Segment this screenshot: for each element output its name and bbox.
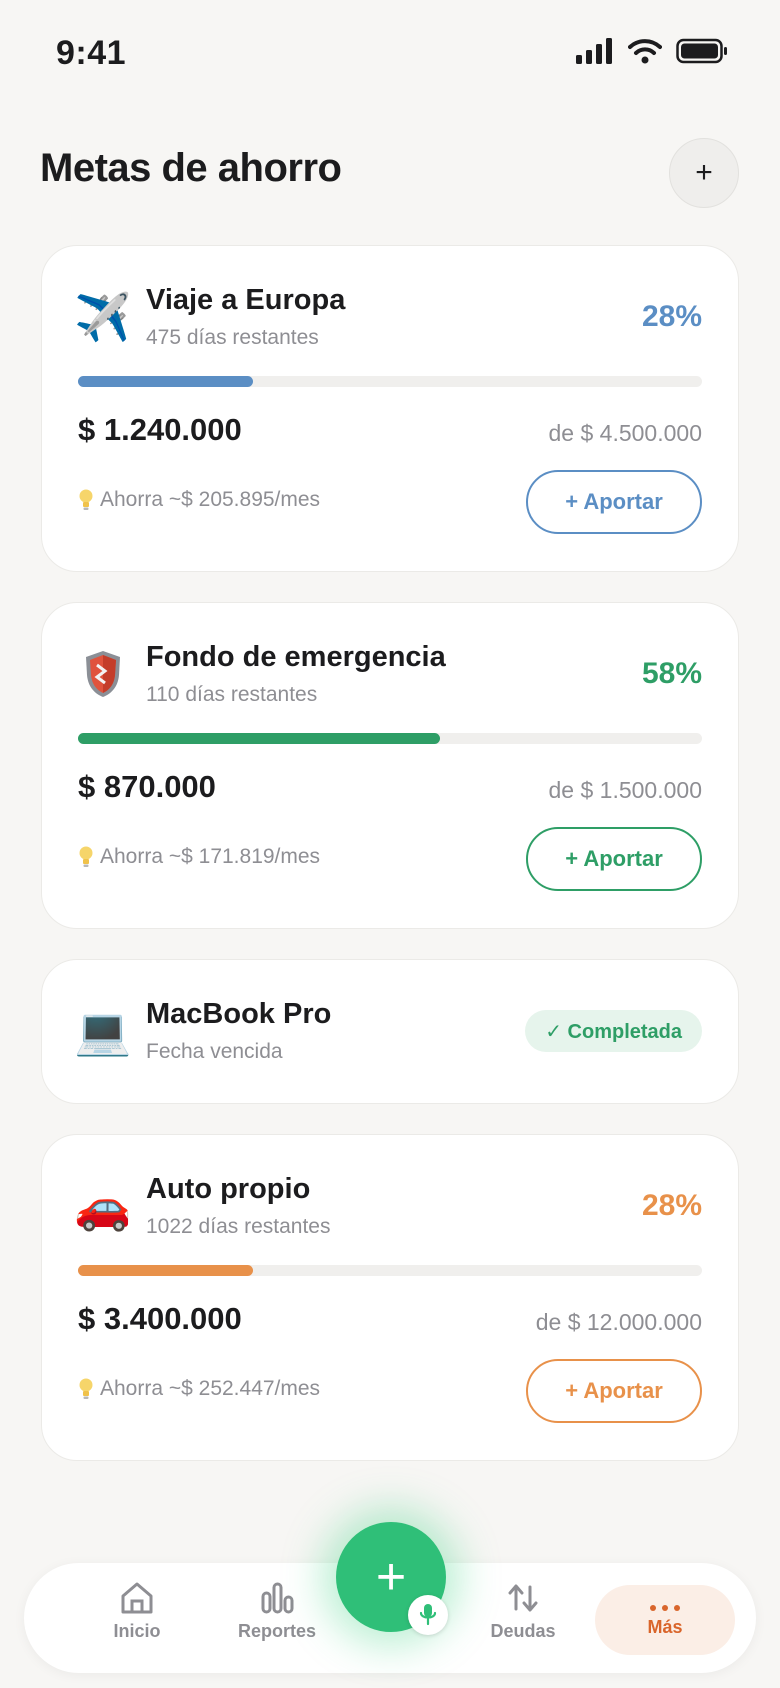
page-title: Metas de ahorro — [40, 146, 342, 190]
contribute-button[interactable]: + Aportar — [526, 470, 702, 534]
progress-fill — [78, 733, 440, 744]
airplane-icon: ✈️ — [74, 290, 132, 343]
nav-label: Inicio — [113, 1621, 161, 1641]
transfer-icon — [508, 1584, 538, 1612]
status-icons — [576, 38, 728, 64]
tip-text: Ahorra ~$ 205.895/mes — [100, 488, 321, 511]
goal-name: Fondo de emergencia — [146, 641, 446, 673]
goal-days-remaining: 110 días restantes — [146, 683, 318, 706]
goal-days-remaining: 1022 días restantes — [146, 1215, 331, 1238]
chart-icon — [261, 1582, 294, 1614]
voice-input-button[interactable] — [408, 1595, 448, 1635]
progress-fill — [78, 1265, 253, 1276]
status-time: 9:41 — [56, 34, 127, 72]
goal-due-status: Fecha vencida — [146, 1040, 283, 1063]
laptop-icon: 💻 — [74, 1004, 132, 1057]
more-icon — [650, 1604, 680, 1611]
goal-percent: 58% — [641, 657, 702, 690]
goal-name: Viaje a Europa — [146, 284, 346, 316]
goal-percent: 28% — [641, 1189, 702, 1222]
completed-badge: ✓ Completada — [525, 1010, 702, 1052]
goal-card[interactable]: ✈️ Viaje a Europa 475 días restantes 28%… — [41, 245, 739, 572]
goal-card[interactable]: 🚗 Auto propio 1022 días restantes 28% $ … — [41, 1134, 739, 1461]
target-amount: de $ 1.500.000 — [548, 777, 702, 803]
lightbulb-icon — [79, 1378, 93, 1399]
nav-item-deudas[interactable]: Deudas — [463, 1581, 583, 1642]
progress-bar — [78, 1265, 702, 1276]
signal-icon — [576, 38, 612, 64]
car-icon: 🚗 — [74, 1179, 132, 1232]
tip-text: Ahorra ~$ 252.447/mes — [100, 1377, 321, 1400]
saved-amount: $ 3.400.000 — [78, 1301, 242, 1336]
nav-label: Deudas — [490, 1621, 556, 1641]
progress-bar — [78, 733, 702, 744]
lightbulb-icon — [79, 489, 93, 510]
monthly-tip: Ahorra ~$ 205.895/mes — [78, 488, 320, 512]
monthly-tip: Ahorra ~$ 171.819/mes — [78, 845, 320, 869]
nav-item-mas[interactable]: Más — [595, 1585, 735, 1655]
contribute-button[interactable]: + Aportar — [526, 1359, 702, 1423]
contribute-button[interactable]: + Aportar — [526, 827, 702, 891]
tip-text: Ahorra ~$ 171.819/mes — [100, 845, 321, 868]
lightbulb-icon — [79, 846, 93, 867]
goal-card[interactable]: 💻 MacBook Pro Fecha vencida ✓ Completada — [41, 959, 739, 1104]
saved-amount: $ 1.240.000 — [78, 412, 242, 447]
add-goal-button[interactable]: + — [669, 138, 739, 208]
goal-percent: 28% — [641, 300, 702, 333]
progress-bar — [78, 376, 702, 387]
monthly-tip: Ahorra ~$ 252.447/mes — [78, 1377, 320, 1401]
nav-item-inicio[interactable]: Inicio — [77, 1581, 197, 1642]
saved-amount: $ 870.000 — [78, 769, 216, 804]
goal-card[interactable]: Fondo de emergencia 110 días restantes 5… — [41, 602, 739, 929]
microphone-icon — [419, 1604, 437, 1626]
nav-item-reportes[interactable]: Reportes — [217, 1581, 337, 1642]
battery-icon — [676, 38, 727, 64]
nav-label: Más — [647, 1616, 683, 1637]
goal-name: Auto propio — [146, 1173, 311, 1205]
progress-fill — [78, 376, 253, 387]
home-icon — [121, 1582, 153, 1614]
shield-icon — [76, 647, 130, 701]
wifi-icon — [628, 39, 662, 64]
goal-days-remaining: 475 días restantes — [146, 326, 319, 349]
goal-name: MacBook Pro — [146, 998, 332, 1030]
nav-label: Reportes — [237, 1621, 317, 1641]
target-amount: de $ 4.500.000 — [548, 420, 702, 446]
target-amount: de $ 12.000.000 — [535, 1309, 702, 1335]
